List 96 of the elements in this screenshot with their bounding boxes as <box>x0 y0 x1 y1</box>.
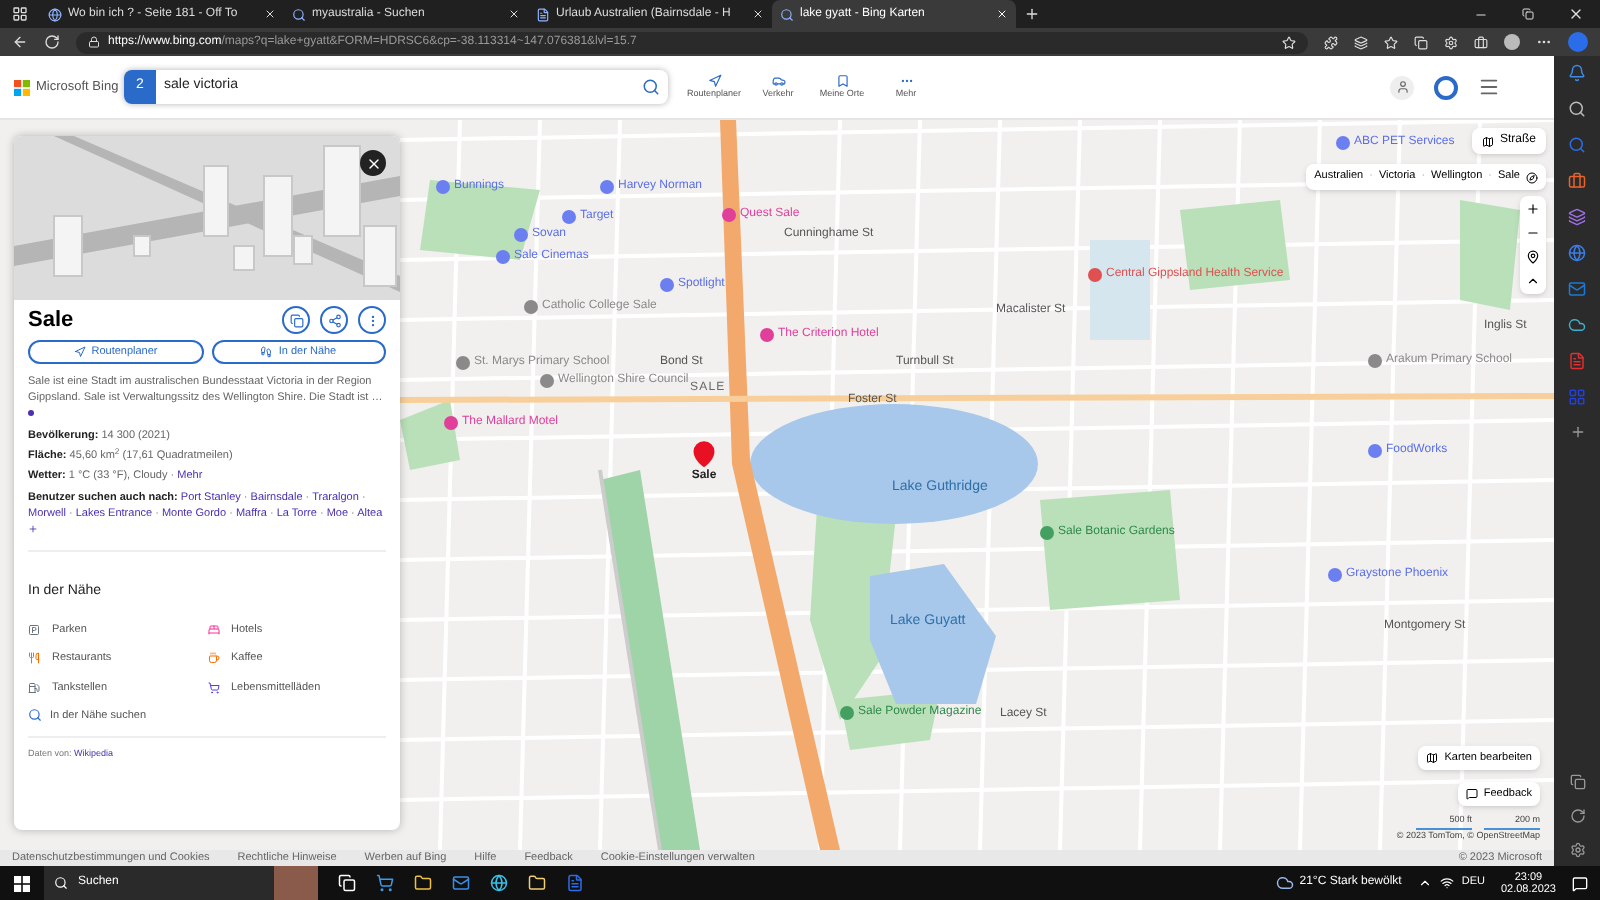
copy-button[interactable] <box>282 306 310 334</box>
more-button[interactable] <box>358 306 386 334</box>
map-pin-icon[interactable] <box>436 180 450 194</box>
search-icon <box>54 876 68 890</box>
route-icon <box>73 346 86 358</box>
street-view-icon[interactable] <box>1526 250 1540 264</box>
zoom-in-icon[interactable] <box>1526 202 1540 216</box>
close-icon[interactable] <box>264 8 276 20</box>
bookmark-icon <box>835 73 849 88</box>
map-pin-icon[interactable] <box>1088 268 1102 282</box>
rewards-icon[interactable] <box>1434 75 1458 99</box>
expand-icon[interactable] <box>28 410 34 416</box>
close-icon[interactable] <box>752 8 764 20</box>
map-pin-icon[interactable] <box>562 210 576 224</box>
map-icon <box>1426 752 1439 764</box>
map-icon <box>1481 135 1494 147</box>
map-pin-icon[interactable] <box>444 416 458 430</box>
profile-avatar[interactable] <box>1504 34 1520 50</box>
tab-favicon-icon <box>292 7 306 21</box>
search-icon <box>28 708 42 723</box>
taskbar-app-icon[interactable] <box>376 874 394 892</box>
weather-icon[interactable] <box>1275 874 1294 892</box>
fuel-pump-icon <box>28 681 40 694</box>
sidebar-app-icon[interactable] <box>1568 136 1586 154</box>
close-icon <box>365 155 381 171</box>
share-button[interactable] <box>320 306 348 334</box>
location-pin-icon[interactable] <box>690 440 718 468</box>
notifications-icon[interactable] <box>1572 875 1588 891</box>
bing-chat-icon[interactable] <box>1568 32 1588 52</box>
zoom-out-icon[interactable] <box>1526 226 1540 240</box>
map-pin-icon[interactable] <box>514 228 528 242</box>
search-icon[interactable] <box>1568 100 1586 118</box>
map-pin-icon[interactable] <box>1368 354 1382 368</box>
map-pin-icon[interactable] <box>1336 136 1350 150</box>
sidebar-app-icon[interactable] <box>1568 352 1586 370</box>
settings-icon[interactable] <box>1569 842 1585 858</box>
map-pin-icon[interactable] <box>760 328 774 342</box>
shopping-cart-icon <box>207 681 219 694</box>
search-icon[interactable] <box>642 78 660 96</box>
sidebar-app-icon[interactable] <box>1568 244 1586 262</box>
notification-icon[interactable] <box>1568 64 1586 82</box>
tab-favicon-icon <box>780 7 794 21</box>
copy-icon <box>289 313 303 327</box>
search-highlight-image <box>274 866 318 900</box>
map-pin-icon[interactable] <box>1328 568 1342 582</box>
taskbar-app-icon[interactable] <box>338 874 356 892</box>
windows-start-icon[interactable] <box>14 875 30 891</box>
speech-bubble-icon <box>1465 788 1478 800</box>
favorite-icon[interactable] <box>1282 35 1296 49</box>
map-pin-icon[interactable] <box>1040 526 1054 540</box>
share-icon <box>327 313 341 327</box>
place-title: Sale <box>28 306 76 334</box>
menu-icon[interactable] <box>1478 76 1500 98</box>
taskbar-app-icon[interactable] <box>490 874 508 892</box>
toolbar-icon[interactable] <box>1444 35 1458 49</box>
tilt-icon[interactable] <box>1526 274 1540 288</box>
taskbar-app-icon[interactable] <box>414 874 432 892</box>
walker-icon <box>260 346 273 358</box>
refresh-icon[interactable] <box>1569 808 1585 824</box>
car-icon <box>771 73 785 88</box>
split-screen-icon[interactable] <box>1569 774 1585 790</box>
toolbar-icon[interactable] <box>1414 35 1428 49</box>
sidebar-app-icon[interactable] <box>1568 208 1586 226</box>
map-pin-icon[interactable] <box>540 374 554 388</box>
toolbar-icon[interactable] <box>1474 35 1488 49</box>
map-pin-icon[interactable] <box>600 180 614 194</box>
sidebar-app-icon[interactable] <box>1568 280 1586 298</box>
locate-icon[interactable] <box>1526 171 1538 183</box>
tab-favicon-icon <box>48 7 62 21</box>
reload-icon[interactable] <box>44 34 60 50</box>
add-icon[interactable] <box>1569 424 1585 440</box>
route-icon <box>707 73 721 88</box>
map-pin-icon[interactable] <box>1368 444 1382 458</box>
toolbar-icon[interactable] <box>1324 35 1338 49</box>
sidebar-app-icon[interactable] <box>1568 172 1586 190</box>
cutlery-icon <box>28 652 40 665</box>
close-icon[interactable] <box>508 8 520 20</box>
account-icon[interactable] <box>1390 75 1414 99</box>
map-pin-icon[interactable] <box>456 356 470 370</box>
back-icon[interactable] <box>12 34 28 50</box>
toolbar-icon[interactable] <box>1384 35 1398 49</box>
windows-logo-icon <box>14 79 30 95</box>
coffee-cup-icon <box>207 652 219 665</box>
map-pin-icon[interactable] <box>524 300 538 314</box>
toolbar-icon[interactable] <box>1354 35 1368 49</box>
parking-icon <box>28 624 40 637</box>
tray-chevron-icon[interactable] <box>1417 876 1432 890</box>
bed-icon <box>207 624 219 637</box>
lock-icon <box>88 36 100 48</box>
sidebar-app-icon[interactable] <box>1568 316 1586 334</box>
expand-icon[interactable] <box>28 524 38 535</box>
network-icon[interactable] <box>1439 876 1454 890</box>
map-pin-icon[interactable] <box>496 250 510 264</box>
map-pin-icon[interactable] <box>722 208 736 222</box>
map-pin-icon[interactable] <box>660 278 674 292</box>
tab-favicon-icon <box>536 7 550 21</box>
